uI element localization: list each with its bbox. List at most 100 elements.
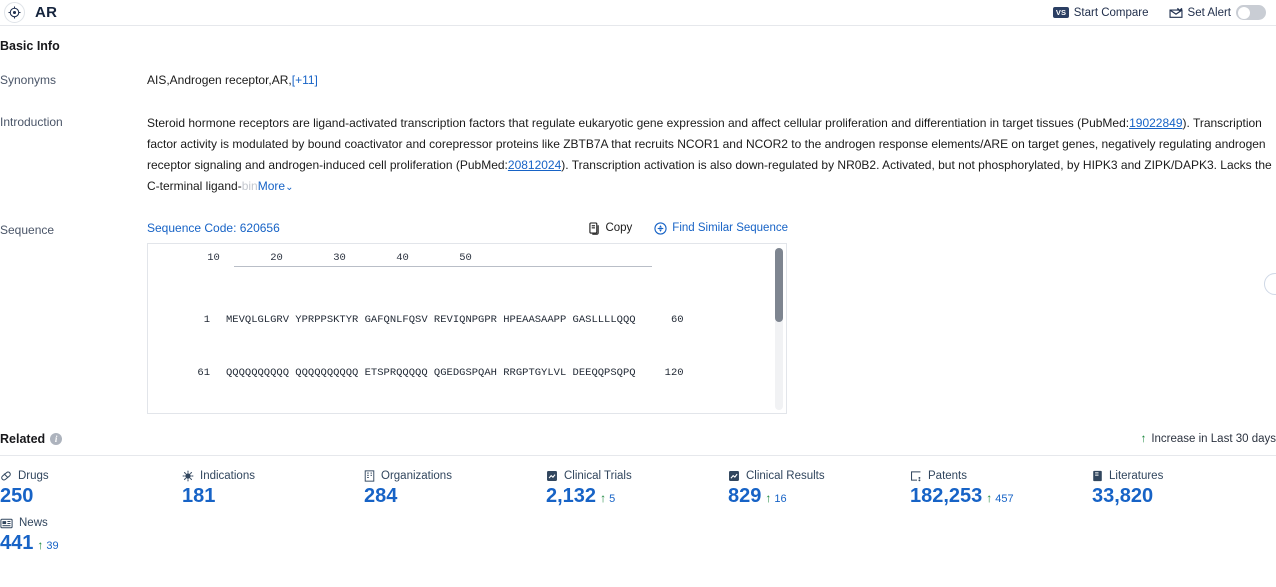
introduction-row: Introduction Steroid hormone receptors a…: [0, 113, 1276, 295]
sequence-line: 1 MEVQLGLGRV YPRPPSKTYR GAFQNLFQSV REVIQN…: [148, 312, 786, 330]
stat-header: Patents: [910, 470, 1092, 482]
introduction-body: Steroid hormone receptors are ligand-act…: [147, 113, 1276, 198]
target-crosshair-icon: [4, 2, 25, 23]
find-similar-sequence-button[interactable]: Find Similar Sequence: [654, 221, 788, 235]
start-compare-button[interactable]: VS Start Compare: [1053, 6, 1149, 19]
stat-card-organizations[interactable]: Organizations 284: [364, 470, 546, 517]
stat-header: Indications: [182, 470, 364, 482]
stat-delta: ↑ 16: [765, 491, 786, 505]
main-content: Basic Info Synonyms AIS,Androgen recepto…: [0, 26, 1276, 564]
sequence-code-link[interactable]: Sequence Code: 620656: [147, 221, 280, 235]
stat-value[interactable]: 829 ↑ 16: [728, 485, 910, 508]
increase-legend: ↑ Increase in Last 30 days: [1141, 433, 1276, 445]
copy-icon: [589, 221, 600, 235]
related-header: Related i ↑ Increase in Last 30 days: [0, 432, 1276, 456]
stat-header: News: [0, 517, 182, 529]
patent-icon: [910, 470, 922, 482]
page-title: AR: [35, 4, 58, 21]
seq-end-index: 60: [670, 314, 684, 327]
stat-delta: ↑ 5: [600, 491, 615, 505]
intro-part-1: Steroid hormone receptors are ligand-act…: [147, 116, 1130, 130]
stat-delta-value: 5: [609, 493, 616, 505]
stat-header: Clinical Results: [728, 470, 910, 482]
seq-end-index: 120: [664, 366, 684, 379]
stat-label: Patents: [928, 470, 967, 482]
introduction-more-link[interactable]: More⌄: [258, 179, 294, 193]
synonyms-value: AIS,Androgen receptor,AR,: [147, 73, 292, 87]
arrow-up-icon: ↑: [600, 491, 607, 505]
stat-value[interactable]: 181: [182, 485, 364, 508]
stat-number: 2,132: [546, 485, 597, 507]
seq-start-index: 61: [197, 366, 210, 379]
literature-icon: [1092, 470, 1103, 482]
info-icon[interactable]: i: [50, 433, 63, 445]
related-stats-grid: Drugs 250 Indications 181 Organizations …: [0, 456, 1276, 564]
stat-card-clinical-results[interactable]: Clinical Results 829 ↑ 16: [728, 470, 910, 517]
seq-residues: QQQQQQQQQQ QQQQQQQQQQ ETSPRQQQQQ QGEDGSP…: [226, 366, 636, 379]
stat-label: Clinical Results: [746, 470, 825, 482]
sequence-row: Sequence Sequence Code: 620656 Copy Find…: [0, 221, 1276, 414]
find-similar-icon: [654, 221, 667, 235]
stat-value[interactable]: 250: [0, 485, 182, 508]
news-icon: [0, 518, 13, 529]
virus-icon: [182, 470, 194, 482]
app-header: AR VS Start Compare Set Alert: [0, 0, 1276, 26]
set-alert-toggle[interactable]: [1236, 5, 1266, 20]
chevron-down-icon: ⌄: [285, 182, 294, 193]
stat-value[interactable]: 2,132 ↑ 5: [546, 485, 728, 508]
copy-button[interactable]: Copy: [589, 221, 633, 235]
clinical-results-icon: [728, 470, 740, 482]
stat-label: Literatures: [1109, 470, 1164, 482]
stat-card-indications[interactable]: Indications 181: [182, 470, 364, 517]
seq-residues: MEVQLGLGRV YPRPPSKTYR GAFQNLFQSV REVIQNP…: [226, 314, 636, 327]
related-title-label: Related: [0, 432, 46, 446]
sequence-inner: 10 20 30 40 50 1 MEVQLGLGRV YPRPPSKTYR GA…: [148, 244, 786, 413]
stat-value[interactable]: 182,253 ↑ 457: [910, 485, 1092, 508]
stat-header: Clinical Trials: [546, 470, 728, 482]
find-similar-label: Find Similar Sequence: [672, 222, 788, 234]
pubmed-link-2[interactable]: 20812024: [508, 158, 561, 172]
set-alert-label: Set Alert: [1187, 6, 1231, 19]
sequence-lines: 1 MEVQLGLGRV YPRPPSKTYR GAFQNLFQSV REVIQN…: [148, 267, 786, 413]
stat-delta: ↑ 457: [986, 491, 1013, 505]
synonyms-row: Synonyms AIS,Androgen receptor,AR,[+11]: [0, 71, 1276, 89]
building-icon: [364, 470, 375, 482]
sequence-viewer: 10 20 30 40 50 1 MEVQLGLGRV YPRPPSKTYR GA…: [147, 243, 787, 414]
stat-label: Organizations: [381, 470, 452, 482]
stat-card-patents[interactable]: Patents 182,253 ↑ 457: [910, 470, 1092, 517]
synonyms-expand-link[interactable]: [+11]: [292, 73, 318, 87]
stat-header: Literatures: [1092, 470, 1274, 482]
stat-number: 829: [728, 485, 762, 507]
stat-delta-value: 16: [774, 493, 787, 505]
stat-number: 284: [364, 485, 398, 507]
stat-value[interactable]: 284: [364, 485, 546, 508]
sequence-scrollbar-thumb[interactable]: [775, 248, 783, 322]
related-title: Related i: [0, 432, 63, 446]
stat-card-literatures[interactable]: Literatures 33,820: [1092, 470, 1274, 517]
mail-alert-icon: [1169, 7, 1183, 19]
set-alert-control[interactable]: Set Alert: [1169, 5, 1266, 20]
stat-header: Organizations: [364, 470, 546, 482]
stat-value[interactable]: 33,820: [1092, 485, 1274, 508]
stat-number: 33,820: [1092, 485, 1154, 507]
arrow-up-icon: ↑: [765, 491, 772, 505]
start-compare-label: Start Compare: [1073, 6, 1149, 19]
stat-card-clinical-trials[interactable]: Clinical Trials 2,132 ↑ 5: [546, 470, 728, 517]
synonyms-body: AIS,Androgen receptor,AR,[+11]: [147, 71, 1276, 89]
stat-number: 181: [182, 485, 216, 507]
introduction-label: Introduction: [0, 115, 63, 129]
stat-card-news[interactable]: News 441 ↑ 39: [0, 517, 182, 564]
sequence-scrollbar[interactable]: [775, 248, 783, 410]
stat-header: Drugs: [0, 470, 182, 482]
stat-label: Indications: [200, 470, 255, 482]
intro-fade-tail: bin: [241, 179, 258, 193]
pubmed-link-1[interactable]: 19022849: [1129, 116, 1182, 130]
stat-label: News: [19, 517, 48, 529]
sequence-line: 61 QQQQQQQQQQ QQQQQQQQQQ ETSPRQQQQQ QGEDG…: [148, 365, 786, 383]
stat-card-drugs[interactable]: Drugs 250: [0, 470, 182, 517]
copy-label: Copy: [605, 222, 633, 234]
sequence-header: Sequence Code: 620656 Copy Find Similar …: [147, 221, 1276, 235]
seq-start-index: 1: [203, 314, 210, 327]
stat-value[interactable]: 441 ↑ 39: [0, 532, 182, 555]
stat-delta-value: 39: [46, 540, 59, 552]
